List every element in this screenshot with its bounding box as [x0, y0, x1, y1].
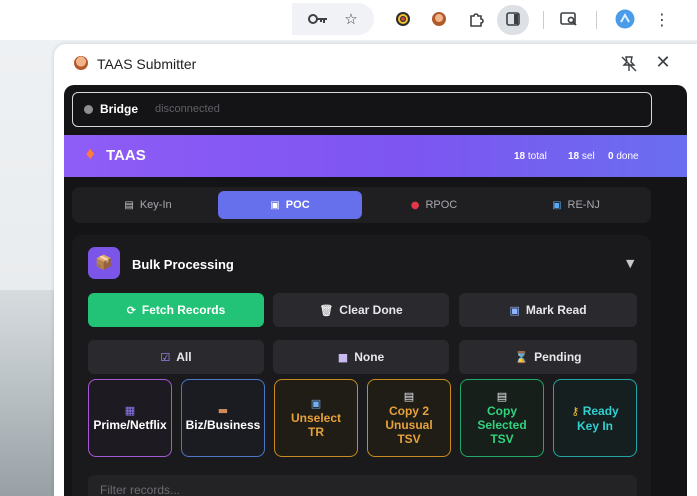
hourglass-icon: ⌛	[514, 350, 529, 364]
select-pending-button[interactable]: ⌛ Pending	[459, 340, 637, 374]
clear-done-label: Clear Done	[339, 303, 403, 317]
taas-app: Bridge disconnected ♦ TAAS 18 total 18 s…	[64, 85, 687, 496]
key-icon: ⚷	[571, 404, 580, 418]
red-circle-icon: ●	[410, 199, 420, 211]
biz-business-tile[interactable]: ▬ Biz/Business	[181, 379, 265, 457]
tab-re-nj[interactable]: ▣ RE-NJ	[504, 191, 648, 219]
card-icon: ▣	[552, 199, 562, 211]
stat-selected-value: 18	[568, 151, 580, 162]
ready-key-in-text: Ready Key In	[576, 403, 619, 433]
side-panel: TAAS Submitter ✕ Bridge disconnected ♦ T…	[54, 44, 697, 496]
filter-records-input[interactable]	[88, 475, 637, 496]
tab-label: POC	[285, 199, 310, 211]
extension-avatar-icon[interactable]	[428, 8, 450, 30]
stat-done-value: 0	[608, 151, 614, 162]
trash-icon: 🗑	[319, 303, 334, 317]
clipboard-icon: ▤	[496, 389, 508, 403]
stat-done: 0 done	[608, 151, 639, 162]
bridge-status-dot	[84, 105, 93, 114]
extension-logo-icon	[74, 56, 88, 70]
bookmark-star-icon[interactable]: ☆	[340, 8, 362, 30]
unpin-icon[interactable]	[620, 55, 638, 73]
extension-colorful-icon[interactable]	[392, 8, 414, 30]
clipboard-icon: ▤	[124, 199, 134, 211]
checkbox-empty-icon: ■	[337, 350, 349, 364]
package-icon: 📦	[88, 247, 120, 279]
mark-read-button[interactable]: ▣ Mark Read	[459, 293, 637, 327]
side-panel-header: TAAS Submitter ✕	[54, 44, 697, 84]
mark-read-label: Mark Read	[525, 303, 587, 317]
select-none-button[interactable]: ■ None	[273, 340, 449, 374]
copy-unusual-tsv-label: Copy 2 Unusual TSV	[385, 403, 433, 446]
collapse-caret-icon[interactable]: ▼	[626, 257, 634, 270]
flame-icon: ♦	[84, 147, 97, 163]
tab-key-in[interactable]: ▤ Key-In	[76, 191, 220, 219]
tab-label: Key-In	[139, 199, 172, 211]
stat-selected-label: sel	[581, 151, 595, 162]
clear-done-button[interactable]: 🗑 Clear Done	[273, 293, 449, 327]
bridge-status-bar: Bridge disconnected	[72, 92, 652, 127]
profile-avatar-icon[interactable]	[614, 8, 636, 30]
copy-selected-tsv-tile[interactable]: ▤ Copy Selected TSV	[460, 379, 544, 457]
toolbar-separator	[596, 11, 597, 29]
stat-done-label: done	[616, 151, 639, 162]
id-card-icon: ▣	[270, 199, 280, 211]
select-pending-label: Pending	[534, 350, 582, 364]
ready-key-in-tile[interactable]: ⚷ Ready Key In	[553, 379, 637, 457]
side-panel-icon[interactable]	[502, 8, 524, 30]
fetch-records-button[interactable]: ⟳ Fetch Records	[88, 293, 264, 327]
tab-label: RE-NJ	[567, 199, 600, 211]
stat-total: 18 total	[514, 151, 547, 162]
extensions-puzzle-icon[interactable]	[465, 8, 487, 30]
toolbar-separator	[543, 11, 544, 29]
card-icon: ▣	[310, 396, 322, 410]
tab-poc[interactable]: ▣ POC	[218, 191, 362, 219]
stat-total-label: total	[527, 151, 547, 162]
tv-icon: ▦	[124, 403, 136, 417]
chrome-menu-icon[interactable]: ⋮	[651, 8, 673, 30]
app-title: TAAS	[106, 147, 146, 164]
browser-toolbar: ☆ ⋮	[0, 0, 697, 40]
select-all-label: All	[176, 350, 192, 364]
bridge-status-text: disconnected	[155, 103, 220, 115]
select-none-label: None	[354, 350, 385, 364]
search-tab-icon[interactable]	[558, 8, 580, 30]
ready-key-in-label: ⚷ Ready Key In	[565, 404, 625, 433]
bulk-processing-title: Bulk Processing	[132, 257, 234, 272]
close-icon[interactable]: ✕	[652, 52, 674, 74]
bridge-label: Bridge	[100, 102, 139, 116]
inbox-icon: ▣	[509, 303, 520, 317]
side-panel-title: TAAS Submitter	[97, 56, 197, 72]
tab-label: RPOC	[425, 199, 458, 211]
tab-rpoc[interactable]: ● RPOC	[362, 191, 506, 219]
unselect-tr-label: Unselect TR	[290, 410, 342, 439]
briefcase-icon: ▬	[217, 403, 229, 417]
background-image	[0, 290, 62, 496]
select-all-button[interactable]: ☑ All	[88, 340, 264, 374]
stat-total-value: 18	[514, 151, 526, 162]
clipboard-icon: ▤	[403, 389, 415, 403]
biz-business-label: Biz/Business	[185, 417, 261, 432]
fetch-records-label: Fetch Records	[141, 303, 226, 317]
bulk-processing-card: 📦 Bulk Processing ▼ ⟳ Fetch Records 🗑 Cl…	[72, 235, 651, 496]
copy-unusual-tsv-tile[interactable]: ▤ Copy 2 Unusual TSV	[367, 379, 451, 457]
app-header-banner: ♦ TAAS 18 total 18 sel 0 done	[64, 135, 687, 177]
password-key-icon[interactable]	[307, 8, 329, 30]
mode-tabs: ▤ Key-In ▣ POC ● RPOC ▣ RE-NJ	[72, 187, 651, 223]
unselect-tr-tile[interactable]: ▣ Unselect TR	[274, 379, 358, 457]
copy-selected-tsv-label: Copy Selected TSV	[477, 403, 527, 446]
stat-selected: 18 sel	[568, 151, 595, 162]
checkbox-checked-icon: ☑	[160, 350, 171, 364]
prime-netflix-label: Prime/Netflix	[93, 417, 167, 432]
prime-netflix-tile[interactable]: ▦ Prime/Netflix	[88, 379, 172, 457]
refresh-icon: ⟳	[126, 303, 136, 317]
